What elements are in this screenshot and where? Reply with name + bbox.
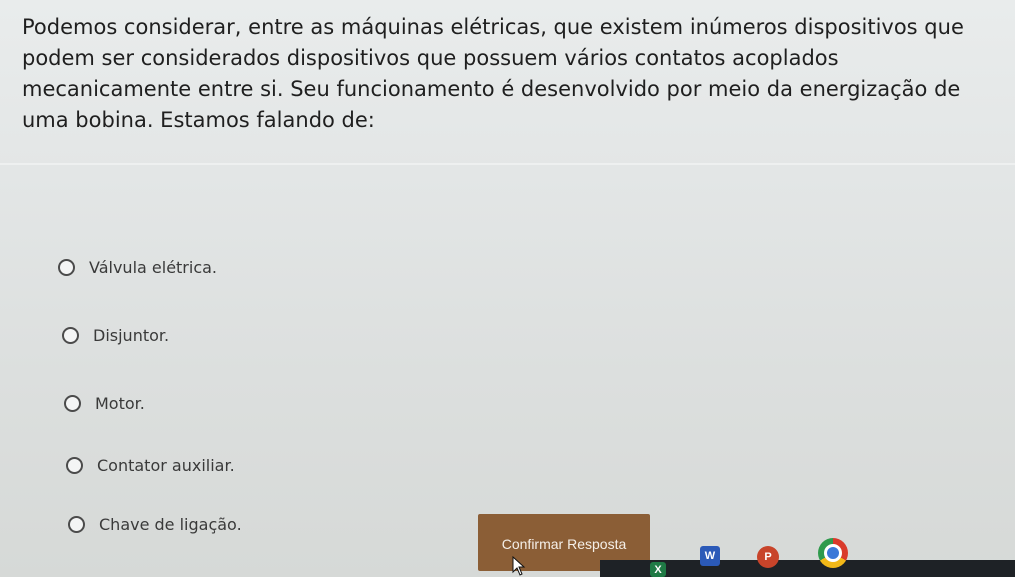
answer-option-label: Contator auxiliar. [97,456,235,475]
radio-button[interactable] [58,259,75,276]
radio-button[interactable] [64,395,81,412]
divider [0,163,1015,165]
answer-option-chave[interactable]: Chave de ligação. [68,515,242,534]
excel-icon[interactable]: X [650,562,666,577]
chrome-icon[interactable] [818,538,848,568]
answer-option-label: Disjuntor. [93,326,170,345]
answer-option-label: Motor. [95,394,145,413]
radio-button[interactable] [68,516,85,533]
answer-option-contator[interactable]: Contator auxiliar. [66,456,235,475]
radio-button[interactable] [66,457,83,474]
word-icon[interactable]: W [700,546,720,566]
powerpoint-icon[interactable]: P [757,546,779,568]
mouse-cursor-icon [512,556,526,576]
answer-option-motor[interactable]: Motor. [64,394,145,413]
radio-button[interactable] [62,327,79,344]
answer-option-label: Válvula elétrica. [89,258,218,277]
answer-option-disjuntor[interactable]: Disjuntor. [62,326,169,345]
answer-option-valvula[interactable]: Válvula elétrica. [58,258,217,277]
question-text: Podemos considerar, entre as máquinas el… [22,15,964,132]
answer-option-label: Chave de ligação. [99,515,242,534]
